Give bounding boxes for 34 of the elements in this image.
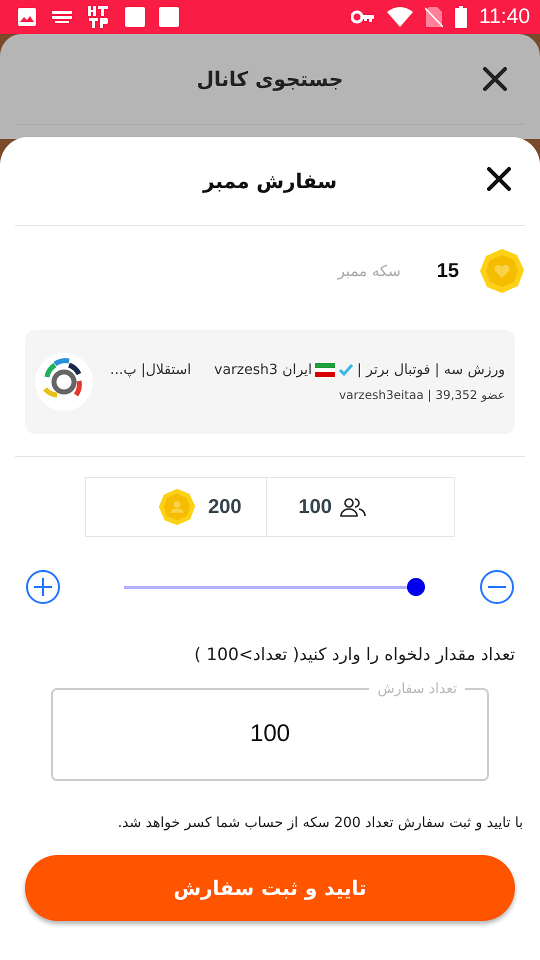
clock: 11:40 [479, 5, 530, 29]
coin-cost: 200 [208, 496, 242, 518]
channel-card[interactable]: ورزش سه | فوتبال برتر | ایران varzesh3 استقلال| پ... عضو 39,352 | varzesh3eitaa [25, 330, 515, 434]
http-icon [87, 5, 111, 29]
channel-name: استقلال| پ... [110, 362, 192, 378]
keyboard-icon [51, 10, 73, 24]
coin-icon [158, 488, 196, 526]
square-icon [125, 7, 145, 27]
prompt-text: تعداد مقدار دلخواه را وارد کنید( تعداد>100 ) [193, 645, 516, 665]
battery-icon [455, 6, 467, 28]
channel-logo [35, 353, 93, 411]
channel-name: ورزش سه | فوتبال برتر | [356, 362, 505, 378]
member-count: 100 [298, 496, 332, 518]
close-icon[interactable] [486, 166, 512, 192]
channel-info: عضو 39,352 | varzesh3eitaa [338, 388, 505, 402]
coin-label: سکه ممبر [338, 262, 401, 280]
users-icon [340, 496, 366, 518]
wifi-icon [387, 7, 413, 27]
sheet-title: سفارش ممبر [202, 169, 338, 193]
channel-name: ایران varzesh3 [214, 362, 312, 378]
no-sim-icon [425, 6, 443, 28]
coin-icon [479, 248, 525, 294]
minus-button[interactable] [479, 569, 515, 605]
key-icon [351, 10, 375, 24]
coin-balance: 15 [436, 260, 459, 282]
note-text: با تایید و ثبت سفارش تعداد 200 سکه از حساب شما کسر خواهد شد. [116, 815, 524, 831]
flag-icon [314, 363, 335, 377]
plus-button[interactable] [25, 569, 61, 605]
dialog-title: جستجوی کانال [196, 67, 344, 91]
slider-thumb[interactable] [407, 578, 425, 596]
close-icon[interactable] [482, 66, 508, 92]
check-icon [338, 363, 354, 377]
square-icon [159, 7, 179, 27]
image-icon [17, 7, 37, 27]
